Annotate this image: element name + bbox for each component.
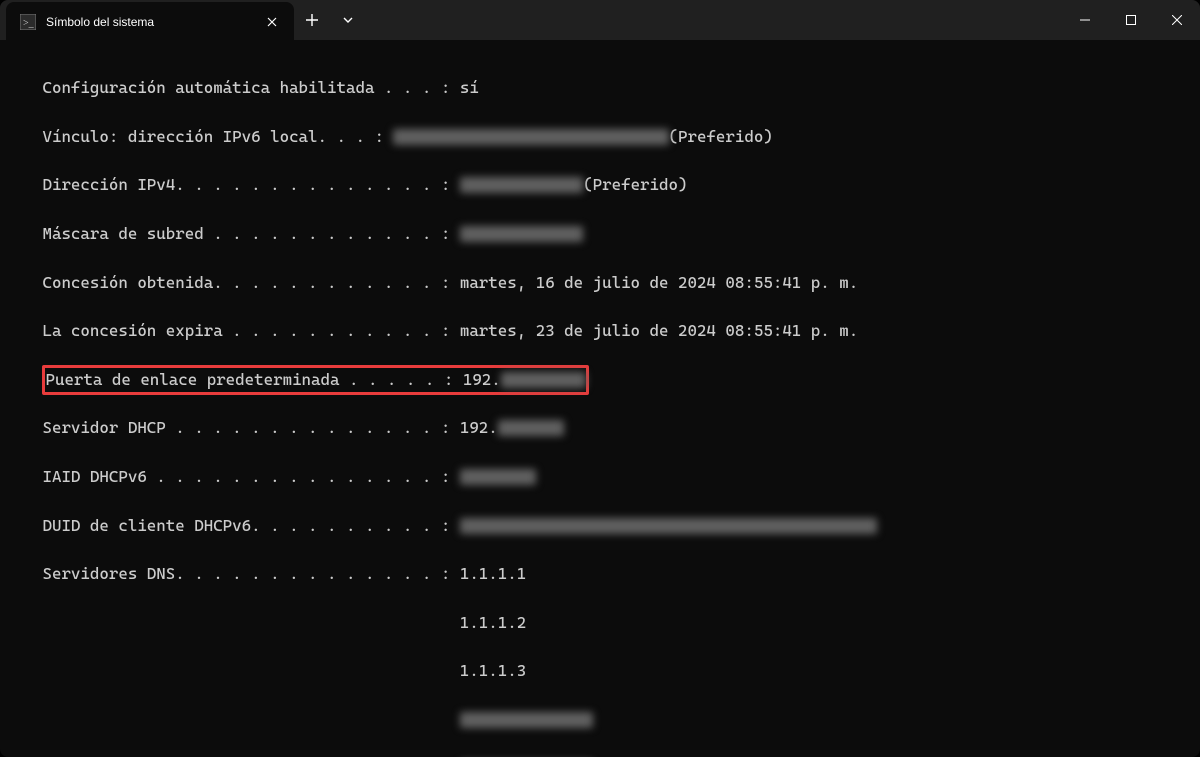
- tab-title: Símbolo del sistema: [46, 15, 254, 29]
- ipv6-blur: fe80::0000:0000:0000:0000:000: [393, 129, 668, 145]
- value: (Preferido): [583, 173, 687, 197]
- label: Máscara de subred . . . . . . . . . . . …: [42, 222, 450, 246]
- value: sí: [460, 76, 479, 100]
- dns-extra-blur: 000.00.000.000: [460, 712, 593, 728]
- iaid-blur: 00000000: [460, 469, 536, 485]
- tab-active[interactable]: >_ Símbolo del sistema: [6, 2, 294, 42]
- close-button[interactable]: [1154, 0, 1200, 40]
- value: 1.1.1.1: [460, 562, 526, 586]
- label: DUID de cliente DHCPv6. . . . . . . . . …: [42, 514, 450, 538]
- value: martes, 16 de julio de 2024 08:55:41 p. …: [460, 271, 858, 295]
- value: 1.1.1.2: [460, 611, 526, 635]
- window: >_ Símbolo del sistema: [0, 0, 1200, 757]
- value: 192.: [463, 368, 501, 392]
- gateway-blur: 168.0.1: [501, 372, 586, 388]
- label: Servidor DHCP . . . . . . . . . . . . . …: [42, 416, 450, 440]
- value: 1.1.1.3: [460, 659, 526, 683]
- tab-strip: >_ Símbolo del sistema: [0, 0, 294, 40]
- label: Servidores DNS. . . . . . . . . . . . . …: [42, 562, 450, 586]
- minimize-button[interactable]: [1062, 0, 1108, 40]
- cmd-icon: >_: [20, 14, 36, 30]
- label: Configuración automática habilitada . . …: [42, 76, 450, 100]
- window-controls: [1062, 0, 1200, 40]
- label: La concesión expira . . . . . . . . . . …: [42, 319, 450, 343]
- title-bar: >_ Símbolo del sistema: [0, 0, 1200, 40]
- tab-dropdown-button[interactable]: [330, 0, 366, 40]
- value: (Preferido): [669, 125, 773, 149]
- subnet-blur: 255.255.255.0: [460, 226, 583, 242]
- gateway-highlight: Puerta de enlace predeterminada . . . . …: [42, 365, 589, 395]
- label: Puerta de enlace predeterminada . . . . …: [45, 368, 453, 392]
- ipv4-blur: 192.168.0.100: [460, 177, 583, 193]
- label: Dirección IPv4. . . . . . . . . . . . . …: [42, 173, 450, 197]
- value: martes, 23 de julio de 2024 08:55:41 p. …: [460, 319, 858, 343]
- dhcp-blur: 168.0.1: [498, 420, 564, 436]
- label: IAID DHCPv6 . . . . . . . . . . . . . . …: [42, 465, 450, 489]
- tab-close-icon[interactable]: [264, 14, 280, 30]
- value: 192.: [460, 416, 498, 440]
- titlebar-drag-area[interactable]: [366, 0, 1062, 40]
- label: Vínculo: dirección IPv6 local. . . :: [42, 125, 383, 149]
- duid-blur: 00-01-00-01-00-00-00-00-00-00-00-00-00-0…: [460, 518, 877, 534]
- svg-text:>_: >_: [23, 18, 35, 29]
- label: Concesión obtenida. . . . . . . . . . . …: [42, 271, 450, 295]
- maximize-button[interactable]: [1108, 0, 1154, 40]
- new-tab-button[interactable]: [294, 0, 330, 40]
- terminal-output[interactable]: Configuración automática habilitada . . …: [0, 40, 1200, 757]
